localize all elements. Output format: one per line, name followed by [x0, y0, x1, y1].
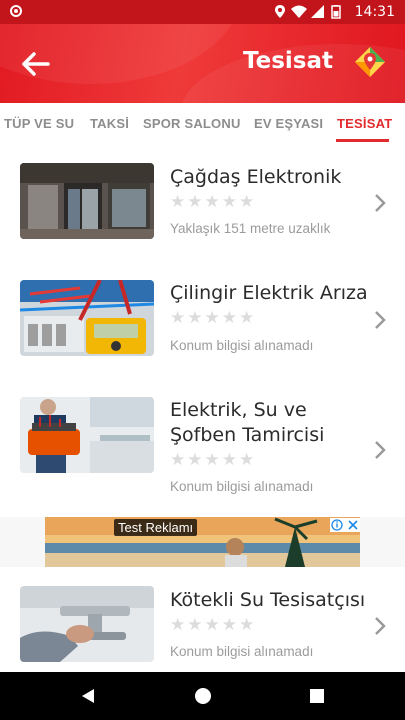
wifi-icon — [291, 5, 307, 18]
distance-text: Konum bilgisi alınamadı — [170, 479, 314, 494]
business-name: Çağdaş Elektronik — [170, 166, 342, 188]
list-item[interactable]: Çağdaş Elektronik ★★★★★ Yaklaşık 151 met… — [0, 144, 405, 261]
chevron-right-icon — [375, 311, 386, 329]
nav-recents-icon[interactable] — [309, 688, 325, 704]
tab-ev-esyasi[interactable]: EV EŞYASI — [254, 116, 323, 131]
signal-icon — [311, 5, 324, 18]
business-photo — [20, 586, 154, 662]
tab-tesisat[interactable]: TESİSAT — [337, 116, 392, 131]
rating-stars: ★★★★★ — [170, 192, 257, 211]
list-item[interactable]: Kötekli Su Tesisatçısı ★★★★★ Konum bilgi… — [0, 567, 405, 673]
rating-stars: ★★★★★ — [170, 308, 257, 327]
status-icons — [275, 5, 341, 19]
distance-text: Konum bilgisi alınamadı — [170, 338, 314, 353]
location-icon — [275, 5, 285, 18]
business-name: Kötekli Su Tesisatçısı — [170, 589, 366, 611]
ad-label: Test Reklamı — [114, 519, 198, 536]
notification-icon — [10, 5, 22, 17]
business-photo — [20, 397, 154, 473]
status-bar: 14:31 — [0, 0, 405, 24]
ad-info-icon[interactable] — [330, 518, 360, 532]
category-tabs: TÜP VE SU TAKSİ SPOR SALONU EV EŞYASI TE… — [0, 103, 405, 145]
business-name: Çilingir Elektrik Arıza — [170, 282, 368, 304]
system-nav-bar — [0, 672, 405, 720]
distance-text: Yaklaşık 151 metre uzaklık — [170, 221, 331, 236]
business-photo — [20, 163, 154, 239]
nav-back-icon[interactable] — [80, 688, 96, 704]
nav-home-icon[interactable] — [194, 687, 212, 705]
rating-stars: ★★★★★ — [170, 615, 257, 634]
ad-banner[interactable]: Test Reklamı — [0, 517, 405, 568]
business-name: Elektrik, Su ve Şofben Tamircisi — [170, 399, 325, 446]
rating-stars: ★★★★★ — [170, 450, 257, 469]
tab-taksi[interactable]: TAKSİ — [90, 116, 129, 131]
ad-image — [45, 517, 360, 567]
clock: 14:31 — [354, 4, 395, 20]
battery-icon — [331, 5, 341, 19]
app-bar: Tesisat — [0, 24, 405, 103]
distance-text: Konum bilgisi alınamadı — [170, 644, 314, 659]
list-item[interactable]: Elektrik, Su ve Şofben Tamircisi ★★★★★ K… — [0, 377, 405, 518]
tab-spor-salonu[interactable]: SPOR SALONU — [143, 116, 241, 131]
tab-tup-ve-su[interactable]: TÜP VE SU — [4, 116, 74, 131]
chevron-right-icon — [375, 194, 386, 212]
chevron-right-icon — [375, 617, 386, 635]
business-photo — [20, 280, 154, 356]
chevron-right-icon — [375, 441, 386, 459]
map-pin-icon[interactable] — [353, 45, 387, 79]
active-tab-indicator — [336, 139, 389, 142]
page-title: Tesisat — [242, 48, 333, 74]
arrow-left-icon[interactable] — [18, 46, 54, 82]
list-item[interactable]: Çilingir Elektrik Arıza ★★★★★ Konum bilg… — [0, 260, 405, 378]
